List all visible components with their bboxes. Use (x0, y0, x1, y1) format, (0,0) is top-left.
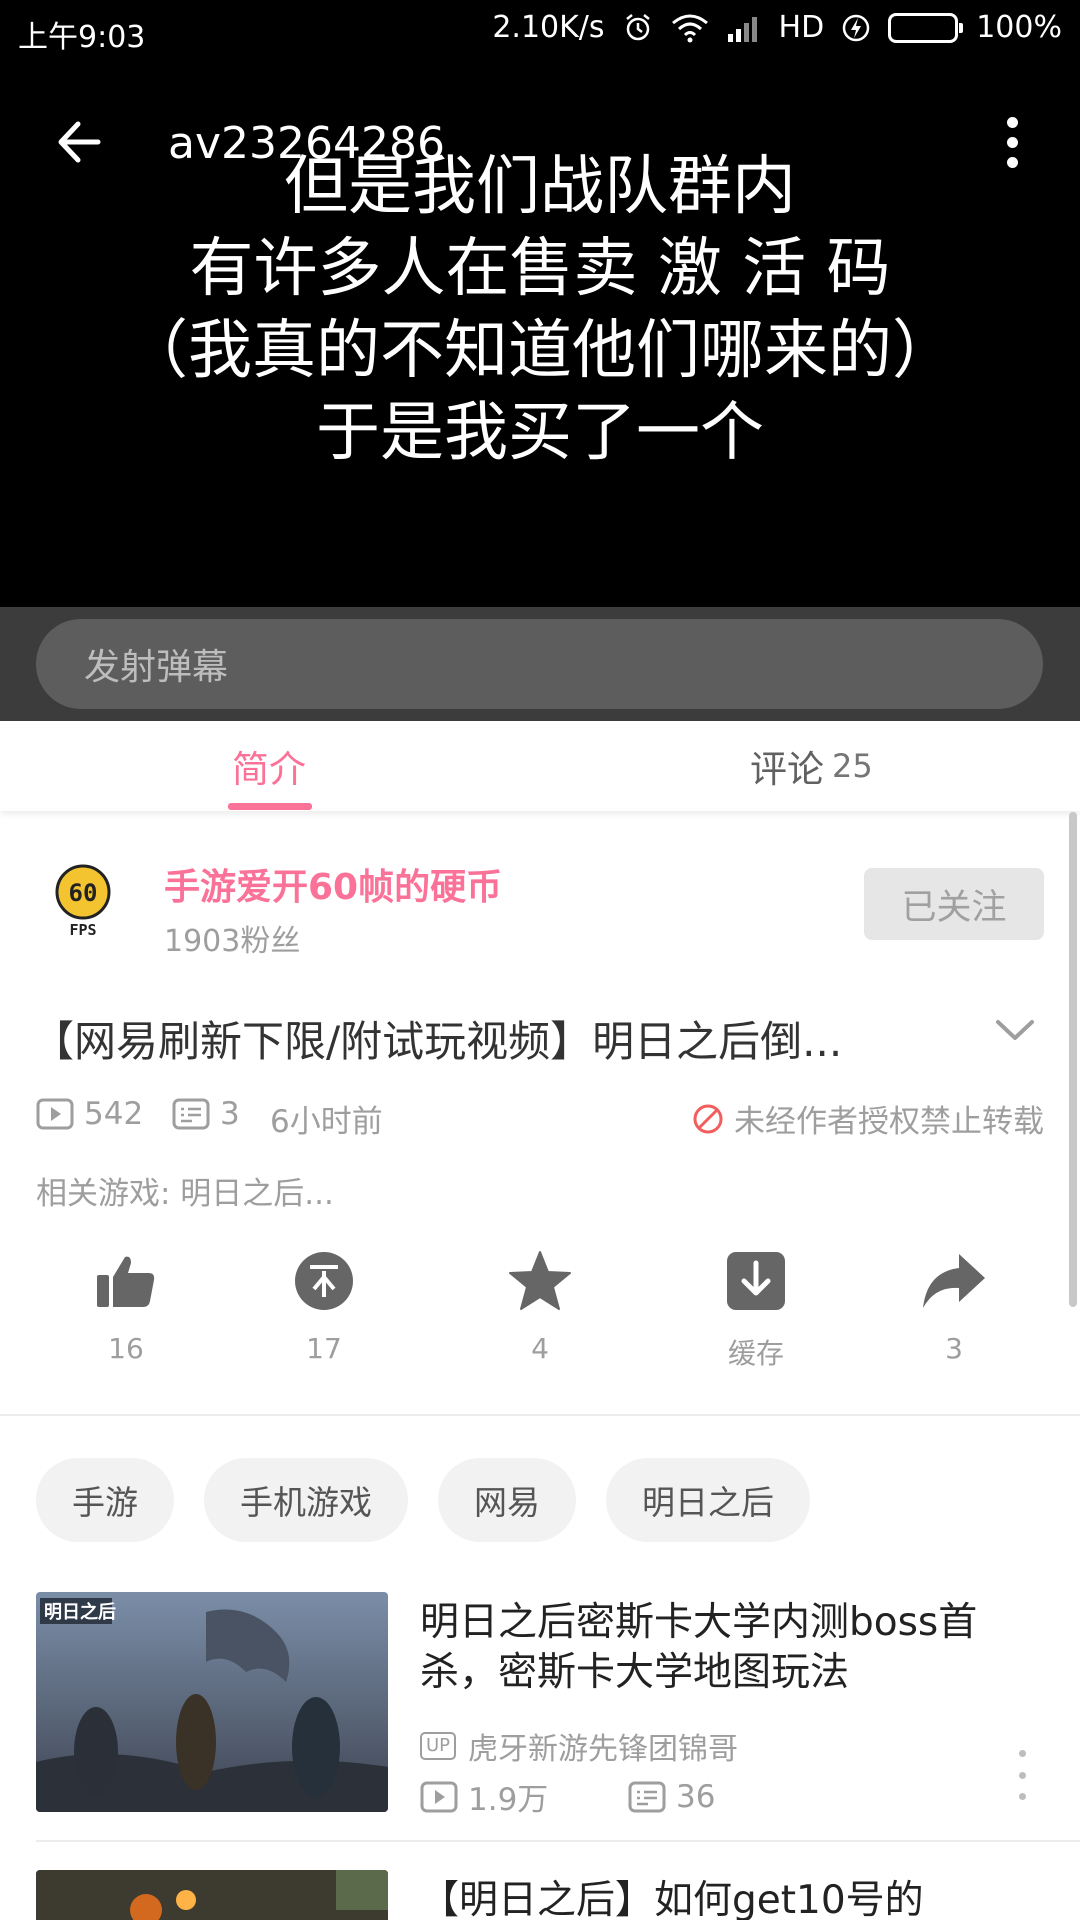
download-button[interactable]: 缓存 (696, 1248, 816, 1372)
expand-description-button[interactable] (990, 1010, 1040, 1050)
post-time: 6小时前 (270, 1104, 383, 1140)
battery-icon (888, 12, 964, 43)
chevron-down-icon (996, 1020, 1034, 1040)
status-time: 上午9:03 (18, 20, 146, 55)
recommended-video-title: 【明日之后】如何get10号的 (420, 1878, 924, 1920)
avatar[interactable]: 60 FPS (48, 862, 118, 939)
more-options-button[interactable] (1012, 1750, 1032, 1800)
tab-comments[interactable]: 评论 25 (750, 721, 873, 811)
subtitle-line: 于是我买了一个 (316, 396, 764, 470)
follow-button[interactable]: 已关注 (864, 868, 1044, 940)
no-repost-text: 未经作者授权禁止转载 (734, 1104, 1044, 1140)
download-icon (723, 1248, 789, 1314)
coin-button[interactable]: 17 (264, 1248, 384, 1365)
share-count: 3 (945, 1332, 963, 1365)
section-divider (0, 1414, 1080, 1416)
star-icon (507, 1248, 573, 1314)
tag-chip[interactable]: 明日之后 (606, 1458, 810, 1542)
network-type: HD (778, 10, 825, 45)
play-count: 542 (36, 1096, 143, 1132)
video-thumbnail[interactable]: 明日之后 (36, 1592, 388, 1812)
list-divider (36, 1840, 1080, 1842)
play-icon (36, 1098, 74, 1130)
favorite-count: 4 (531, 1332, 549, 1365)
alarm-icon (623, 13, 653, 43)
coin-count: 17 (306, 1332, 342, 1365)
danmaku-icon (172, 1098, 210, 1130)
thumbnail-logo-text: 明日之后 (44, 1601, 116, 1623)
subtitle-line: （我真的不知道他们哪来的） (124, 314, 956, 388)
status-icons: 2.10K/s HD 100% (492, 10, 1062, 45)
like-count: 16 (108, 1332, 144, 1365)
charging-icon (842, 13, 870, 43)
fans-count: 1903粉丝 (164, 924, 301, 959)
video-player[interactable]: 上午9:03 2.10K/s HD 100% av23264286 但是我们战队… (0, 0, 1080, 607)
download-label: 缓存 (727, 1337, 784, 1370)
coin-icon (291, 1248, 357, 1314)
tag-chip[interactable]: 手机游戏 (204, 1458, 408, 1542)
recommended-video-title: 明日之后密斯卡大学内测boss首杀，密斯卡大学地图玩法 (420, 1600, 978, 1695)
forbidden-icon (693, 1104, 723, 1133)
play-icon (420, 1781, 458, 1812)
tag-list: 手游 手机游戏 网易 明日之后 (36, 1458, 810, 1542)
video-subtitle: 但是我们战队群内 有许多人在售卖 激 活 码 （我真的不知道他们哪来的） 于是我… (0, 146, 1080, 474)
related-game[interactable]: 相关游戏: 明日之后... (36, 1168, 334, 1213)
no-repost-notice: 未经作者授权禁止转载 (692, 1096, 1044, 1141)
like-button[interactable]: 16 (66, 1248, 186, 1365)
recommended-play-count: 1.9万 (468, 1782, 549, 1818)
tag-chip[interactable]: 手游 (36, 1458, 174, 1542)
danmaku-count: 3 (172, 1096, 240, 1132)
danmaku-icon (628, 1781, 666, 1812)
avatar-text: 60 (69, 879, 98, 907)
tab-bar: 简介 评论 25 (0, 721, 1080, 811)
scrollbar[interactable] (1069, 812, 1077, 1307)
favorite-button[interactable]: 4 (480, 1248, 600, 1365)
thumbs-up-icon (93, 1248, 159, 1314)
recommended-uploader: UP 虎牙新游先锋团锦哥 (420, 1724, 738, 1768)
tag-chip[interactable]: 网易 (438, 1458, 576, 1542)
share-button[interactable]: 3 (894, 1248, 1014, 1365)
battery-level: 100% (976, 10, 1062, 45)
uploader-name[interactable]: 手游爱开60帧的硬币 (164, 858, 502, 910)
danmaku-count-value: 3 (220, 1096, 240, 1132)
danmaku-bar: 发射弹幕 (0, 607, 1080, 721)
active-tab-indicator (228, 803, 312, 810)
video-thumbnail[interactable] (36, 1870, 388, 1920)
video-title: 【网易刷新下限/附试玩视频】明日之后倒... (32, 1017, 843, 1066)
up-badge: UP (420, 1732, 457, 1760)
uploader-name-text: 虎牙新游先锋团锦哥 (468, 1732, 739, 1767)
subtitle-line: 但是我们战队群内 (284, 150, 796, 224)
danmaku-input[interactable]: 发射弹幕 (36, 619, 1043, 709)
comments-count: 25 (832, 747, 873, 785)
play-count-value: 542 (84, 1096, 144, 1132)
signal-icon (727, 14, 761, 42)
tab-comments-label: 评论 (750, 748, 824, 791)
action-bar: 16 17 4 缓存 3 (0, 1248, 1080, 1378)
tab-intro-label: 简介 (232, 748, 306, 791)
avatar-subtext: FPS (69, 921, 96, 938)
recommended-stats: 1.9万 36 (420, 1774, 715, 1819)
status-bar: 上午9:03 2.10K/s HD 100% (0, 0, 1080, 62)
recommended-danmaku-count: 36 (676, 1778, 716, 1815)
wifi-icon (671, 13, 709, 43)
subtitle-line: 有许多人在售卖 激 活 码 (189, 232, 891, 306)
tab-intro[interactable]: 简介 (232, 721, 306, 811)
share-icon (921, 1248, 987, 1314)
net-speed: 2.10K/s (492, 10, 605, 45)
